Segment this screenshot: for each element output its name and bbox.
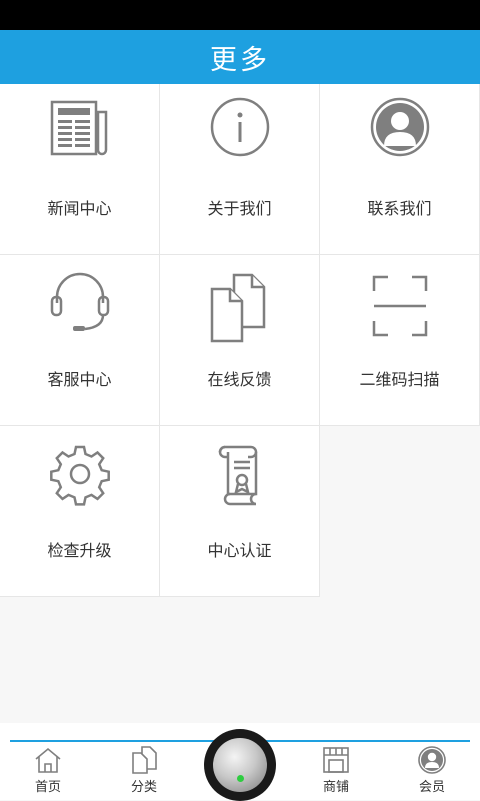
shop-icon: [323, 747, 349, 773]
grid-item-contact[interactable]: 联系我们: [320, 84, 480, 255]
grid-item-feedback[interactable]: 在线反馈: [160, 255, 320, 426]
center-menu-button[interactable]: [204, 729, 276, 801]
grid-item-qr-scan[interactable]: 二维码扫描: [320, 255, 480, 426]
scan-frame-icon: [372, 275, 428, 337]
grid-item-label: 中心认证: [207, 541, 272, 560]
home-icon: [35, 747, 61, 773]
grid-item-label: 检查升级: [47, 541, 112, 560]
tab-category[interactable]: 分类: [109, 745, 179, 800]
grid-item-label: 新闻中心: [47, 199, 112, 218]
tab-label: 商铺: [322, 780, 349, 795]
grid-item-news[interactable]: 新闻中心: [0, 84, 160, 255]
grid-item-upgrade[interactable]: 检查升级: [0, 426, 160, 597]
indicator-dot: [237, 775, 244, 782]
grid-item-service[interactable]: 客服中心: [0, 255, 160, 426]
tab-member[interactable]: 会员: [397, 745, 467, 800]
grid-item-label: 关于我们: [207, 199, 272, 218]
tab-label: 首页: [34, 780, 61, 795]
tab-label: 会员: [418, 780, 445, 795]
category-icon: [132, 746, 157, 774]
contact-person-icon: [370, 97, 430, 157]
documents-icon: [210, 273, 266, 343]
grid-item-about[interactable]: 关于我们: [160, 84, 320, 255]
certificate-scroll-icon: [218, 445, 258, 506]
gear-icon: [50, 445, 110, 506]
center-button-knob: [213, 738, 267, 792]
tab-home[interactable]: 首页: [13, 745, 83, 800]
member-icon: [418, 746, 446, 774]
status-bar: [0, 0, 480, 30]
info-icon: [210, 97, 270, 157]
grid-item-label: 二维码扫描: [359, 370, 440, 389]
tab-shop[interactable]: 商铺: [301, 745, 371, 800]
grid-item-label: 客服中心: [47, 370, 112, 389]
tab-label: 分类: [130, 780, 157, 795]
page-header: 更多: [0, 30, 480, 84]
headset-icon: [50, 272, 110, 331]
grid-item-label: 联系我们: [367, 199, 432, 218]
grid-item-label: 在线反馈: [207, 370, 272, 389]
news-icon: [50, 100, 108, 156]
page-title: 更多: [210, 44, 270, 76]
grid-item-certification[interactable]: 中心认证: [160, 426, 320, 597]
